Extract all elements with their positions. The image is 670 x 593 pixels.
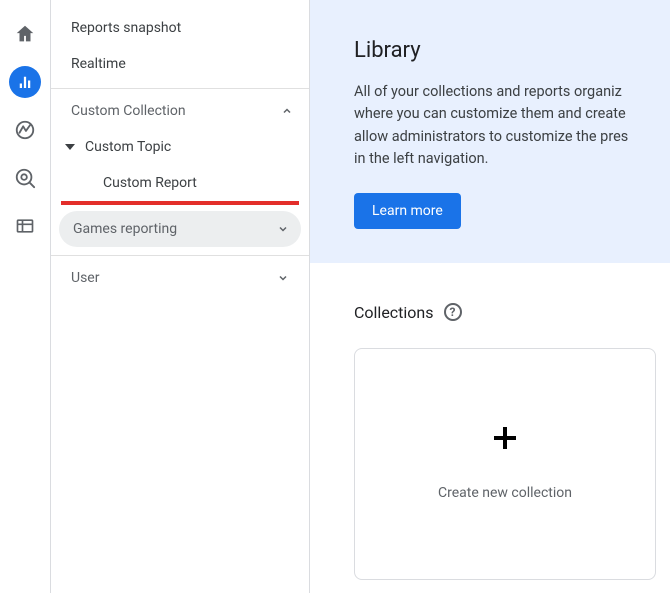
nav-label: User: [71, 270, 99, 286]
nav-label: Games reporting: [73, 221, 177, 237]
collections-section: Collections ? Create new collection: [310, 263, 670, 580]
caret-down-icon: [65, 142, 75, 152]
reports-sidebar: Reports snapshot Realtime Custom Collect…: [50, 0, 310, 593]
plus-icon: [494, 427, 516, 449]
nav-label: Realtime: [71, 56, 126, 72]
nav-custom-report[interactable]: Custom Report: [51, 165, 309, 201]
annotation-underline: [61, 201, 299, 205]
nav-label: Custom Topic: [85, 139, 171, 155]
nav-reports-snapshot[interactable]: Reports snapshot: [51, 10, 309, 46]
home-icon[interactable]: [9, 18, 41, 50]
card-label: Create new collection: [438, 485, 572, 501]
nav-games-reporting[interactable]: Games reporting: [59, 211, 301, 247]
configure-icon[interactable]: [9, 210, 41, 242]
nav-custom-collection[interactable]: Custom Collection: [51, 88, 309, 129]
reports-icon[interactable]: [9, 66, 41, 98]
nav-rail: [0, 0, 50, 593]
help-icon[interactable]: ?: [444, 303, 462, 321]
nav-realtime[interactable]: Realtime: [51, 46, 309, 82]
hero-description: All of your collections and reports orga…: [354, 81, 670, 171]
section-title: Collections: [354, 303, 434, 322]
chevron-up-icon: [281, 105, 293, 117]
explore-icon[interactable]: [9, 114, 41, 146]
nav-label: Reports snapshot: [71, 20, 181, 36]
main-content: Library All of your collections and repo…: [310, 0, 670, 593]
nav-label: Custom Report: [103, 175, 197, 191]
library-hero: Library All of your collections and repo…: [310, 0, 670, 263]
chevron-down-icon: [277, 223, 289, 235]
learn-more-button[interactable]: Learn more: [354, 193, 461, 229]
collections-heading: Collections ?: [354, 303, 670, 322]
page-title: Library: [354, 38, 670, 63]
create-collection-card[interactable]: Create new collection: [354, 348, 656, 580]
nav-custom-topic[interactable]: Custom Topic: [51, 129, 309, 165]
chevron-down-icon: [277, 272, 289, 284]
advertising-icon[interactable]: [9, 162, 41, 194]
nav-label: Custom Collection: [71, 103, 186, 119]
nav-user[interactable]: User: [51, 255, 309, 300]
